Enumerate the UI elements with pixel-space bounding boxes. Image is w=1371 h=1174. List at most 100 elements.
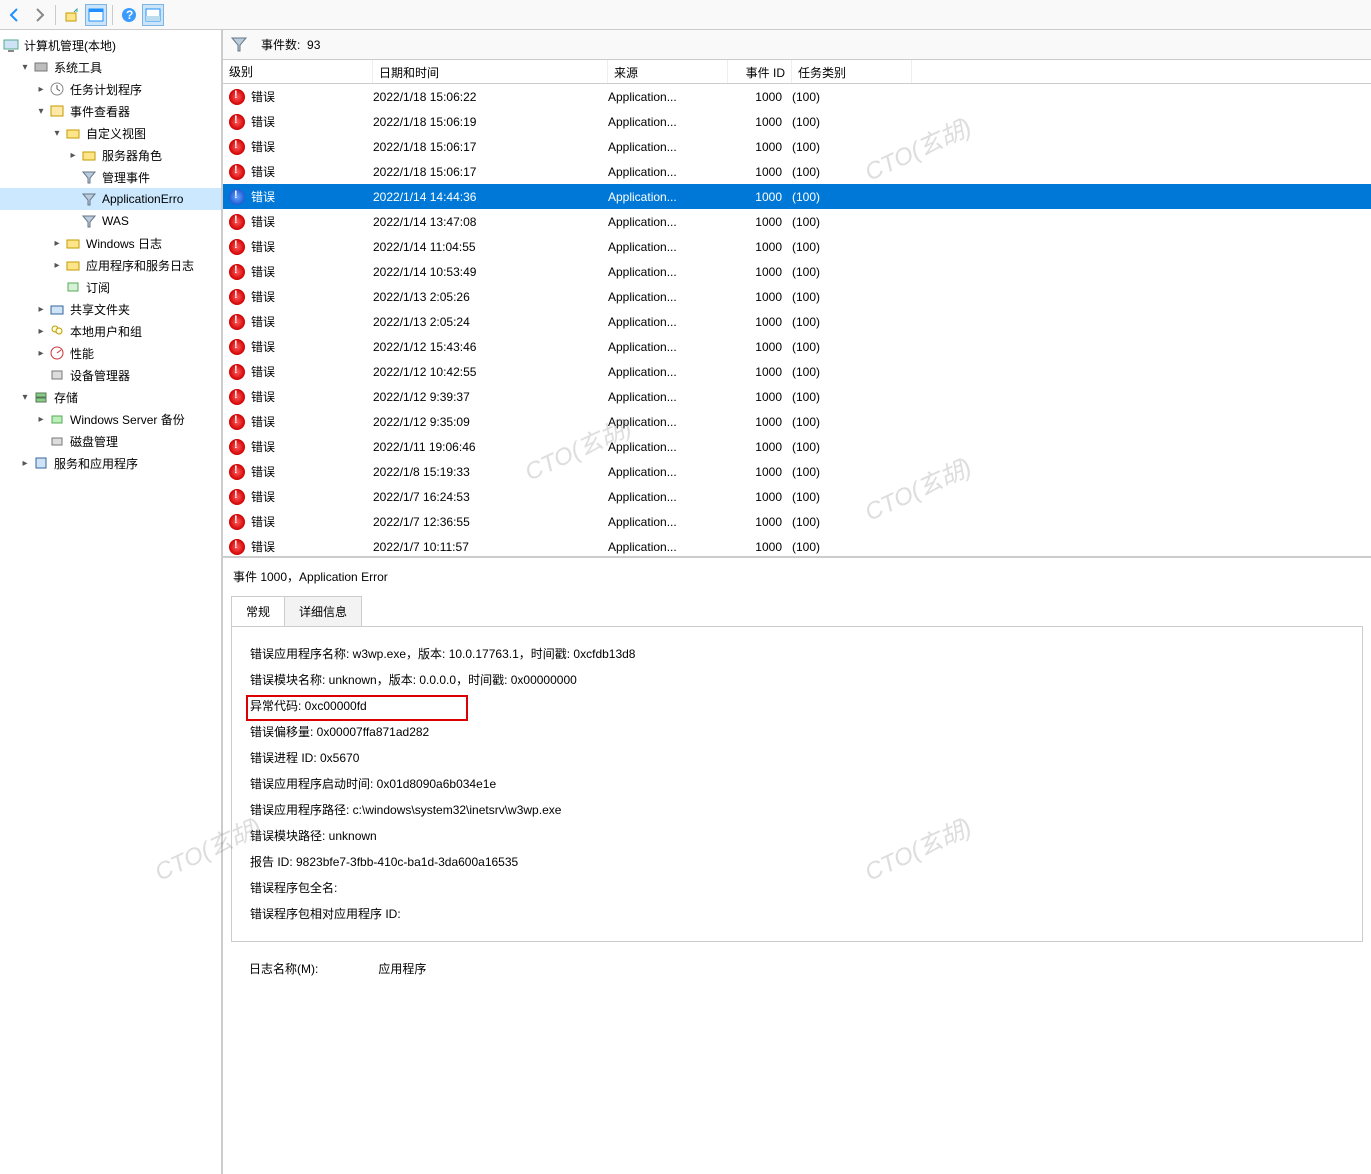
col-datetime[interactable]: 日期和时间 (373, 60, 608, 83)
tree-ws-backup[interactable]: ▸Windows Server 备份 (0, 408, 221, 430)
tree-admin-events[interactable]: 管理事件 (0, 166, 221, 188)
tree-label: 本地用户和组 (70, 323, 142, 340)
table-row[interactable]: 错误2022/1/12 9:35:09Application...1000(10… (223, 409, 1371, 434)
detail-line: 错误偏移量: 0x00007ffa871ad282 (250, 719, 1344, 745)
table-row[interactable]: 错误2022/1/7 16:24:53Application...1000(10… (223, 484, 1371, 509)
folder-icon (64, 234, 82, 252)
count-label-text: 事件数: (261, 38, 300, 52)
cell-level: 错误 (251, 463, 275, 480)
table-row[interactable]: 错误2022/1/13 2:05:24Application...1000(10… (223, 309, 1371, 334)
table-row[interactable]: 错误2022/1/18 15:06:22Application...1000(1… (223, 84, 1371, 109)
tree-server-roles[interactable]: ▸服务器角色 (0, 144, 221, 166)
table-row[interactable]: 错误2022/1/18 15:06:19Application...1000(1… (223, 109, 1371, 134)
event-table[interactable]: 级别 日期和时间 来源 事件 ID 任务类别 错误2022/1/18 15:06… (223, 60, 1371, 558)
detail-line: 错误程序包相对应用程序 ID: (250, 901, 1344, 927)
error-icon (229, 264, 245, 280)
table-row[interactable]: 错误2022/1/14 11:04:55Application...1000(1… (223, 234, 1371, 259)
cell-eventid: 1000 (728, 290, 792, 304)
tree-services-apps[interactable]: ▸服务和应用程序 (0, 452, 221, 474)
table-row[interactable]: 错误2022/1/7 10:11:57Application...1000(10… (223, 534, 1371, 556)
cell-source: Application... (608, 390, 728, 404)
forward-button[interactable] (28, 4, 50, 26)
cell-level: 错误 (251, 138, 275, 155)
table-row[interactable]: 错误2022/1/12 15:43:46Application...1000(1… (223, 334, 1371, 359)
header-bar: 事件数: 93 (223, 30, 1371, 60)
preview-button[interactable] (142, 4, 164, 26)
cell-datetime: 2022/1/12 9:39:37 (373, 390, 608, 404)
tab-details[interactable]: 详细信息 (284, 596, 362, 627)
table-row[interactable]: 错误2022/1/14 10:53:49Application...1000(1… (223, 259, 1371, 284)
col-level[interactable]: 级别 (223, 60, 373, 83)
tree-task-scheduler[interactable]: ▸任务计划程序 (0, 78, 221, 100)
help-button[interactable]: ? (118, 4, 140, 26)
tree-label: 共享文件夹 (70, 301, 130, 318)
cell-category: (100) (792, 365, 912, 379)
view-button[interactable] (85, 4, 107, 26)
error-icon (229, 214, 245, 230)
error-icon (229, 439, 245, 455)
tree-root[interactable]: 计算机管理(本地) (0, 34, 221, 56)
backup-icon (48, 410, 66, 428)
tree-storage[interactable]: ▾存储 (0, 386, 221, 408)
col-category[interactable]: 任务类别 (792, 60, 912, 83)
tree-local-users[interactable]: ▸本地用户和组 (0, 320, 221, 342)
cell-level: 错误 (251, 413, 275, 430)
cell-datetime: 2022/1/11 19:06:46 (373, 440, 608, 454)
col-eventid[interactable]: 事件 ID (728, 60, 792, 83)
cell-category: (100) (792, 515, 912, 529)
detail-line: 异常代码: 0xc00000fd (250, 693, 1344, 719)
tree-app-service-logs[interactable]: ▸应用程序和服务日志 (0, 254, 221, 276)
tree-subscriptions[interactable]: 订阅 (0, 276, 221, 298)
table-row[interactable]: 错误2022/1/18 15:06:17Application...1000(1… (223, 159, 1371, 184)
tab-general[interactable]: 常规 (231, 596, 285, 627)
table-row[interactable]: 错误2022/1/7 12:36:55Application...1000(10… (223, 509, 1371, 534)
table-row[interactable]: 错误2022/1/11 19:06:46Application...1000(1… (223, 434, 1371, 459)
cell-source: Application... (608, 240, 728, 254)
tree-custom-views[interactable]: ▾自定义视图 (0, 122, 221, 144)
table-row[interactable]: 错误2022/1/8 15:19:33Application...1000(10… (223, 459, 1371, 484)
tree-system-tools[interactable]: ▾系统工具 (0, 56, 221, 78)
tree-disk-mgmt[interactable]: 磁盘管理 (0, 430, 221, 452)
cell-source: Application... (608, 515, 728, 529)
up-button[interactable] (61, 4, 83, 26)
table-row[interactable]: 错误2022/1/18 15:06:17Application...1000(1… (223, 134, 1371, 159)
col-source[interactable]: 来源 (608, 60, 728, 83)
tree-shared-folders[interactable]: ▸共享文件夹 (0, 298, 221, 320)
cell-source: Application... (608, 465, 728, 479)
cell-level: 错误 (251, 238, 275, 255)
cell-datetime: 2022/1/13 2:05:24 (373, 315, 608, 329)
table-row[interactable]: 错误2022/1/12 9:39:37Application...1000(10… (223, 384, 1371, 409)
cell-source: Application... (608, 140, 728, 154)
cell-datetime: 2022/1/18 15:06:19 (373, 115, 608, 129)
folder-icon (64, 124, 82, 142)
tree-was[interactable]: WAS (0, 210, 221, 232)
cell-datetime: 2022/1/12 10:42:55 (373, 365, 608, 379)
tree-label: WAS (102, 214, 129, 228)
tree-application-error[interactable]: ApplicationErro (0, 188, 221, 210)
table-row[interactable]: 错误2022/1/12 10:42:55Application...1000(1… (223, 359, 1371, 384)
table-row[interactable]: 错误2022/1/14 13:47:08Application...1000(1… (223, 209, 1371, 234)
error-icon (229, 89, 245, 105)
back-button[interactable] (4, 4, 26, 26)
detail-box: 错误应用程序名称: w3wp.exe，版本: 10.0.17763.1，时间戳:… (231, 626, 1363, 942)
error-icon (229, 389, 245, 405)
table-row[interactable]: 错误2022/1/13 2:05:26Application...1000(10… (223, 284, 1371, 309)
tree-windows-logs[interactable]: ▸Windows 日志 (0, 232, 221, 254)
cell-category: (100) (792, 190, 912, 204)
device-icon (48, 366, 66, 384)
tree-performance[interactable]: ▸性能 (0, 342, 221, 364)
tree-label: 自定义视图 (86, 125, 146, 142)
tree-event-viewer[interactable]: ▾事件查看器 (0, 100, 221, 122)
tree-device-mgr[interactable]: 设备管理器 (0, 364, 221, 386)
error-icon (229, 289, 245, 305)
cell-level: 错误 (251, 263, 275, 280)
cell-datetime: 2022/1/8 15:19:33 (373, 465, 608, 479)
cell-source: Application... (608, 340, 728, 354)
table-row[interactable]: 错误2022/1/14 14:44:36Application...1000(1… (223, 184, 1371, 209)
cell-datetime: 2022/1/18 15:06:22 (373, 90, 608, 104)
table-header[interactable]: 级别 日期和时间 来源 事件 ID 任务类别 (223, 60, 1371, 84)
cell-level: 错误 (251, 513, 275, 530)
cell-category: (100) (792, 165, 912, 179)
navigation-tree[interactable]: 计算机管理(本地) ▾系统工具 ▸任务计划程序 ▾事件查看器 ▾自定义视图 ▸服… (0, 30, 223, 1174)
cell-category: (100) (792, 465, 912, 479)
